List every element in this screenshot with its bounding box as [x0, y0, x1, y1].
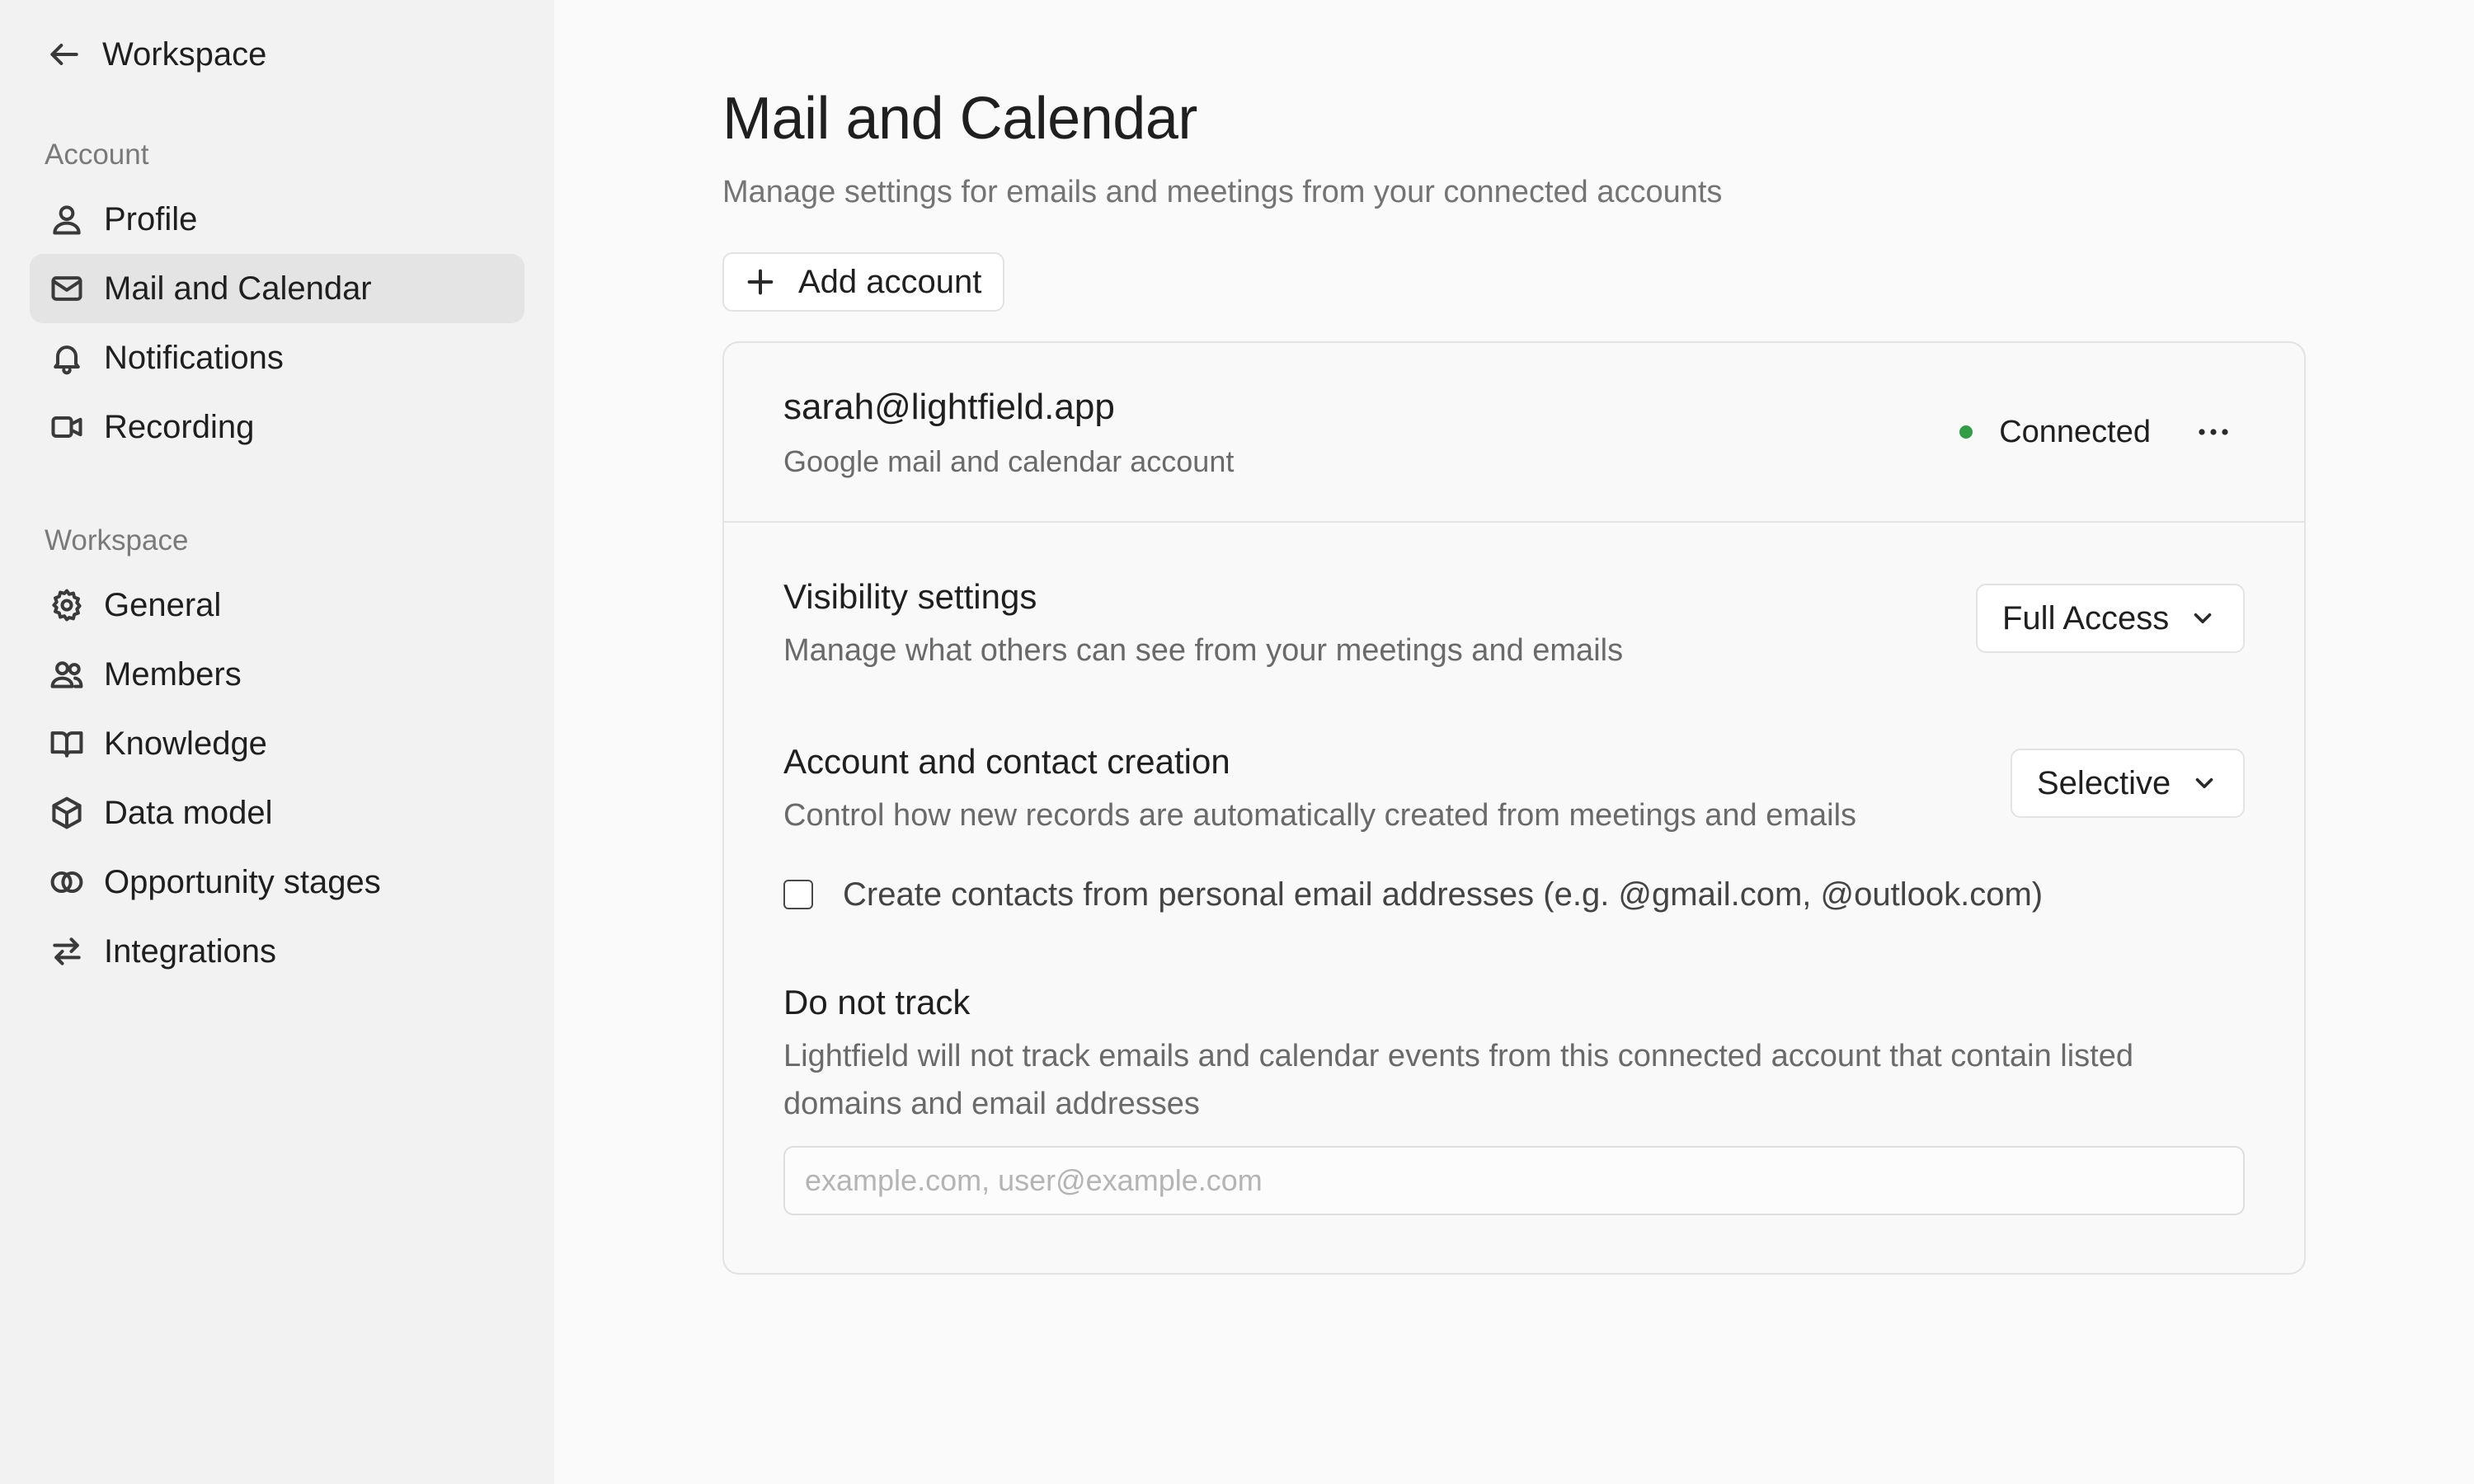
personal-email-checkbox-label[interactable]: Create contacts from personal email addr… [843, 876, 2043, 913]
more-horizontal-icon [2199, 429, 2228, 435]
arrows-exchange-icon [48, 932, 86, 970]
account-card-header: sarah@lightfield.app Google mail and cal… [724, 343, 2304, 523]
app: Workspace Account Profile Mail and Calen… [0, 0, 2474, 1484]
user-icon [48, 200, 86, 238]
sidebar-item-label: Recording [104, 408, 255, 445]
plus-icon [744, 264, 780, 300]
sidebar-item-profile[interactable]: Profile [30, 185, 524, 254]
sidebar-item-integrations[interactable]: Integrations [30, 917, 524, 986]
account-card-body: Visibility settings Manage what others c… [724, 523, 2304, 1273]
users-icon [48, 655, 86, 693]
sidebar-item-members[interactable]: Members [30, 640, 524, 709]
video-icon [48, 408, 86, 446]
add-account-button[interactable]: Add account [722, 252, 1004, 312]
personal-email-checkbox[interactable] [783, 880, 813, 909]
connection-status: Connected [1959, 407, 2151, 457]
page-title: Mail and Calendar [722, 86, 1197, 152]
book-icon [48, 725, 86, 763]
back-to-workspace-link[interactable]: Workspace [30, 30, 524, 79]
main-content: Mail and Calendar Manage settings for em… [554, 0, 2474, 1484]
visibility-setting: Visibility settings Manage what others c… [783, 574, 2245, 674]
add-account-label: Add account [798, 263, 982, 300]
sidebar-item-knowledge[interactable]: Knowledge [30, 709, 524, 778]
more-options-button[interactable] [2189, 407, 2238, 457]
sidebar-item-mail-and-calendar[interactable]: Mail and Calendar [30, 254, 524, 323]
cube-icon [48, 794, 86, 832]
visibility-selected-value: Full Access [2002, 599, 2170, 636]
sidebar: Workspace Account Profile Mail and Calen… [0, 0, 554, 1484]
sidebar-item-label: Notifications [104, 339, 284, 376]
sidebar-item-notifications[interactable]: Notifications [30, 323, 524, 392]
page-subtitle: Manage settings for emails and meetings … [722, 175, 1723, 209]
bell-icon [48, 339, 86, 377]
gear-icon [48, 586, 86, 624]
do-not-track-title: Do not track [783, 983, 971, 1021]
sidebar-item-label: Mail and Calendar [104, 270, 372, 307]
chevron-down-icon [2190, 769, 2218, 797]
status-dot-icon [1959, 425, 1973, 439]
sidebar-item-recording[interactable]: Recording [30, 392, 524, 462]
status-label: Connected [1999, 414, 2151, 449]
sidebar-item-label: General [104, 586, 222, 623]
back-link-label: Workspace [102, 35, 267, 73]
sidebar-item-label: Data model [104, 794, 273, 831]
do-not-track-description: Lightfield will not track emails and cal… [783, 1039, 2134, 1121]
sidebar-item-general[interactable]: General [30, 571, 524, 640]
workspace-section-label: Workspace [45, 524, 189, 556]
circles-icon [48, 863, 86, 901]
creation-setting: Account and contact creation Control how… [783, 739, 2245, 920]
sidebar-item-data-model[interactable]: Data model [30, 778, 524, 848]
creation-selected-value: Selective [2037, 764, 2171, 801]
account-section-label: Account [45, 139, 149, 171]
personal-email-checkbox-row: Create contacts from personal email addr… [783, 869, 2245, 920]
do-not-track-input[interactable] [783, 1146, 2245, 1215]
sidebar-item-label: Opportunity stages [104, 863, 381, 900]
sidebar-item-opportunity-stages[interactable]: Opportunity stages [30, 848, 524, 917]
sidebar-item-label: Profile [104, 200, 198, 237]
mail-icon [48, 270, 86, 308]
arrow-left-icon [46, 36, 82, 73]
sidebar-item-label: Members [104, 655, 242, 693]
account-card: sarah@lightfield.app Google mail and cal… [722, 341, 2306, 1275]
sidebar-item-label: Knowledge [104, 725, 267, 762]
visibility-select[interactable]: Full Access [1976, 584, 2245, 653]
chevron-down-icon [2189, 604, 2217, 632]
creation-select[interactable]: Selective [2011, 749, 2245, 818]
do-not-track-setting: Do not track Lightfield will not track e… [783, 979, 2245, 1215]
sidebar-item-label: Integrations [104, 932, 277, 970]
